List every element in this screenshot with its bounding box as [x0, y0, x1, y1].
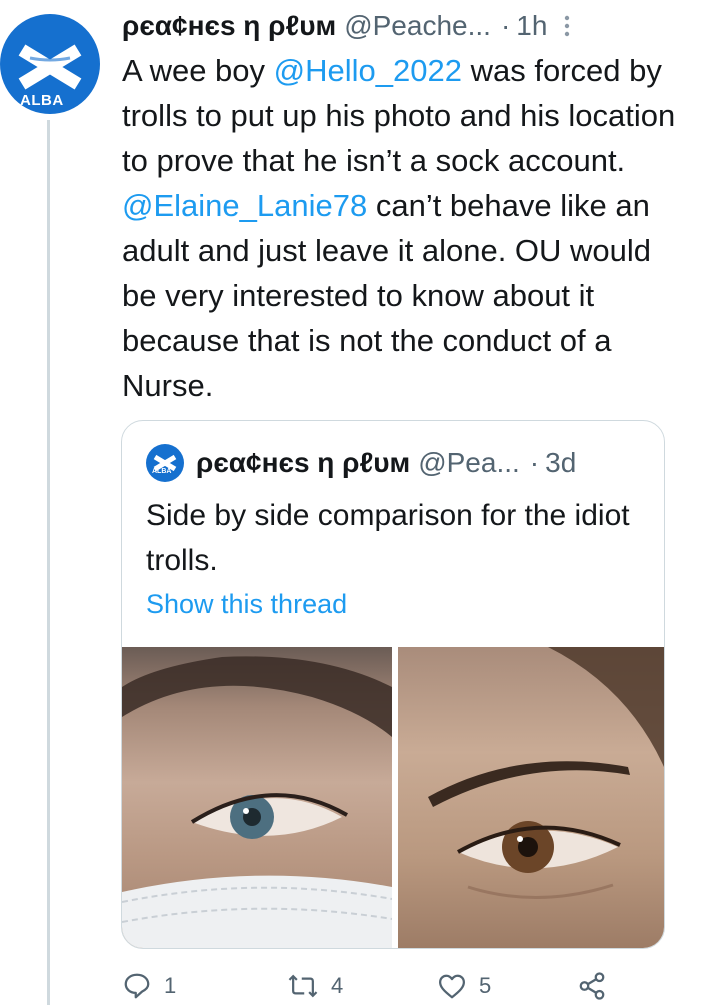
quoted-tweet-header: ALBA ρєα¢нєѕ η ρℓυм @Pea... · 3d: [146, 441, 650, 485]
mention-link[interactable]: @Elaine_Lanie78: [122, 188, 367, 223]
retweet-button[interactable]: 4: [287, 971, 437, 1001]
quoted-user-handle[interactable]: @Pea...: [418, 447, 520, 479]
like-icon: [439, 974, 465, 999]
retweet-count: 4: [331, 973, 344, 998]
tweet-actions: 1 4 5: [122, 968, 720, 1004]
retweet-icon: [288, 974, 318, 998]
tweet-header: ρєα¢нєѕ η ρℓυм @Peache... · 1h: [122, 4, 710, 48]
tweet-text-part: A wee boy: [122, 53, 274, 88]
reply-button[interactable]: 1: [122, 971, 287, 1001]
timestamp[interactable]: 1h: [516, 10, 547, 42]
quoted-timestamp[interactable]: 3d: [545, 447, 576, 479]
avatar[interactable]: ALBA: [0, 14, 100, 114]
quoted-avatar[interactable]: ALBA: [146, 444, 184, 482]
more-icon[interactable]: [563, 14, 571, 38]
avatar-label: ALBA: [20, 92, 64, 109]
share-icon: [579, 972, 605, 1000]
share-button[interactable]: [577, 971, 619, 1001]
like-button[interactable]: 5: [437, 971, 577, 1001]
quoted-avatar-label: ALBA: [152, 468, 172, 475]
mention-link[interactable]: @Hello_2022: [274, 53, 462, 88]
separator-dot: ·: [529, 447, 540, 478]
tweet-text: A wee boy @Hello_2022 was forced by trol…: [122, 48, 682, 408]
reply-icon: [124, 973, 150, 999]
quoted-tweet-text: Side by side comparison for the idiot tr…: [146, 499, 630, 577]
quoted-display-name[interactable]: ρєα¢нєѕ η ρℓυм: [196, 447, 410, 479]
thread-line: [47, 120, 50, 1005]
quoted-tweet[interactable]: ALBA ρєα¢нєѕ η ρℓυм @Pea... · 3d Side by…: [121, 420, 665, 949]
saltire-icon: [153, 454, 177, 472]
show-thread-link[interactable]: Show this thread: [146, 589, 347, 620]
user-handle[interactable]: @Peache...: [344, 10, 491, 42]
reply-count: 1: [164, 973, 177, 998]
display-name[interactable]: ρєα¢нєѕ η ρℓυм: [122, 10, 336, 42]
photo-left-eye[interactable]: [122, 647, 392, 948]
photo-right-eye[interactable]: [398, 647, 664, 948]
separator-dot: ·: [500, 10, 511, 41]
like-count: 5: [479, 973, 492, 998]
